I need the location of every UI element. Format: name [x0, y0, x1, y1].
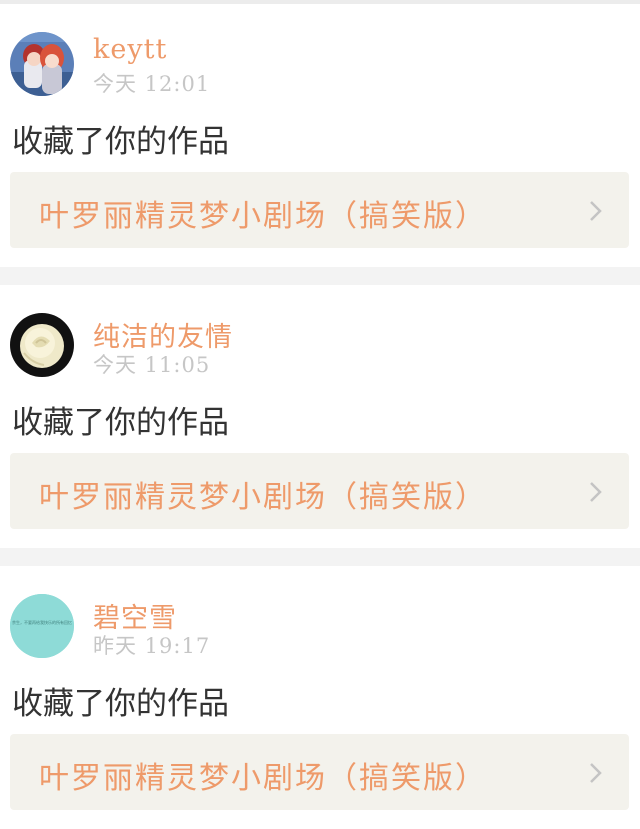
work-link[interactable]: 叶罗丽精灵梦小剧场（搞笑版） — [10, 453, 629, 529]
anime-couple-avatar-icon — [10, 32, 74, 96]
white-rose-avatar-icon — [10, 313, 74, 377]
work-title: 叶罗丽精灵梦小剧场（搞笑版） — [39, 761, 487, 796]
action-text: 收藏了你的作品 — [12, 124, 229, 160]
work-title: 叶罗丽精灵梦小剧场（搞笑版） — [39, 480, 487, 515]
action-text: 收藏了你的作品 — [12, 405, 229, 441]
feed-item: keytt 今天 12:01 收藏了你的作品 叶罗丽精灵梦小剧场（搞笑版） — [0, 4, 640, 267]
chevron-right-icon — [590, 763, 602, 783]
avatar[interactable]: 余生，不要再给我快乐的所有回忆 — [10, 594, 74, 658]
chevron-right-icon — [590, 482, 602, 502]
avatar[interactable] — [10, 313, 74, 377]
chevron-right-icon — [590, 201, 602, 221]
work-link[interactable]: 叶罗丽精灵梦小剧场（搞笑版） — [10, 734, 629, 810]
avatar[interactable] — [10, 32, 74, 96]
timestamp: 今天 12:01 — [93, 72, 211, 96]
user-name[interactable]: keytt — [93, 34, 167, 65]
timestamp: 今天 11:05 — [93, 353, 211, 377]
avatar-caption: 余生，不要再给我快乐的所有回忆 — [12, 619, 72, 625]
feed-item: 余生，不要再给我快乐的所有回忆 碧空雪 昨天 19:17 收藏了你的作品 叶罗丽… — [0, 566, 640, 829]
teal-text-avatar-icon: 余生，不要再给我快乐的所有回忆 — [10, 594, 74, 658]
timestamp: 昨天 19:17 — [93, 634, 211, 658]
feed-item: 纯洁的友情 今天 11:05 收藏了你的作品 叶罗丽精灵梦小剧场（搞笑版） — [0, 285, 640, 548]
action-text: 收藏了你的作品 — [12, 686, 229, 722]
work-link[interactable]: 叶罗丽精灵梦小剧场（搞笑版） — [10, 172, 629, 248]
work-title: 叶罗丽精灵梦小剧场（搞笑版） — [39, 199, 487, 234]
